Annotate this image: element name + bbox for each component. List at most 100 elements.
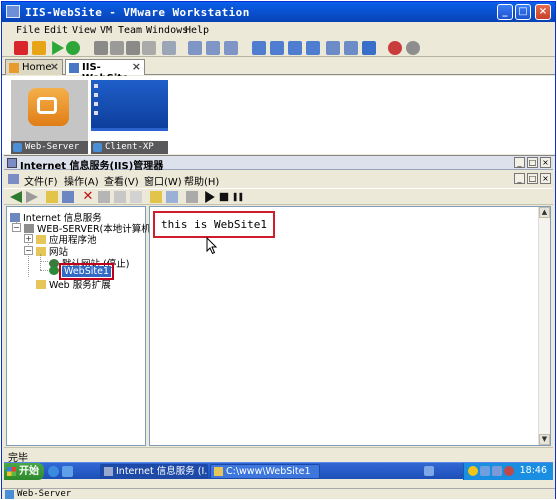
tab-home[interactable]: Home × [5, 59, 63, 75]
menu-help[interactable]: Help [185, 25, 209, 36]
scroll-down-arrow-icon[interactable]: ▼ [539, 434, 550, 445]
network-tray-icon[interactable] [424, 466, 434, 476]
server-icon [24, 224, 34, 233]
revert-snapshot-icon[interactable] [110, 41, 124, 55]
child-minimize-button[interactable]: _ [514, 173, 525, 184]
tab-home-close-icon[interactable]: × [50, 60, 59, 73]
up-folder-icon[interactable] [46, 191, 58, 203]
app-pools-expand-toggle[interactable]: + [24, 234, 33, 243]
alert-tray-icon[interactable] [504, 466, 514, 476]
tree-node-website1[interactable]: WebSite1 [49, 263, 114, 280]
thumbnail-bar-icon[interactable] [362, 41, 376, 55]
close-button[interactable]: × [535, 4, 551, 20]
taskbar-explorer[interactable]: C:\www\WebSite1 [210, 464, 320, 479]
client-xp-screen-preview [91, 80, 168, 128]
quick-switch-icon[interactable] [270, 41, 284, 55]
start-button[interactable]: 开始 [4, 463, 44, 480]
thumbnail-client-xp[interactable]: Client-XP [91, 80, 168, 154]
power-off-icon[interactable] [14, 41, 28, 55]
child-restore-button[interactable]: □ [527, 173, 538, 184]
mmc-menu-action[interactable]: 操作(A) [64, 173, 99, 188]
security-shield-icon[interactable] [468, 466, 478, 476]
clone-icon[interactable] [142, 41, 156, 55]
menu-windows[interactable]: Windows [146, 25, 188, 36]
vm-team-icon [69, 63, 79, 73]
console-tree-icon[interactable] [166, 191, 178, 203]
sidebar-toggle-icon[interactable] [252, 41, 266, 55]
export-list-icon[interactable] [130, 191, 142, 203]
taskbar-iis-manager[interactable]: Internet 信息服务 (I... [100, 464, 208, 479]
record-icon[interactable] [388, 41, 402, 55]
tab-iis-website-close-icon[interactable]: × [132, 60, 141, 73]
iis-manager-title: Internet 信息服务(IIS)管理器 [20, 161, 164, 172]
tree-connector [40, 254, 41, 270]
child-close-button[interactable]: × [540, 173, 551, 184]
tree-web-ext-label: Web 服务扩展 [49, 280, 111, 291]
fullscreen-icon[interactable] [288, 41, 302, 55]
vm-thumbnail-bar: Web-Server Client-XP [2, 76, 555, 154]
tree-connector [40, 270, 48, 271]
tree-node-web-ext[interactable]: Web 服务扩展 [36, 277, 111, 291]
computer-icon[interactable] [186, 191, 198, 203]
replay-icon[interactable] [406, 41, 420, 55]
thumbnail-view-icon[interactable] [344, 41, 358, 55]
mmc-close-button[interactable]: × [540, 157, 551, 168]
show-desktop-icon[interactable] [62, 466, 73, 477]
mmc-minimize-button[interactable]: _ [514, 157, 525, 168]
mmc-menu-file[interactable]: 文件(F) [24, 173, 58, 188]
menu-view[interactable]: View [72, 25, 96, 36]
server-collapse-toggle[interactable]: − [12, 223, 21, 232]
iis-manager-titlebar[interactable]: Internet 信息服务(IIS)管理器 _ □ × [4, 156, 553, 172]
refresh-icon[interactable] [114, 191, 126, 203]
menu-vm[interactable]: VM [100, 25, 112, 36]
summary-view-icon[interactable] [306, 41, 320, 55]
vmware-window: IIS-WebSite - VMware Workstation _ □ × F… [1, 1, 556, 499]
team-suspend-icon[interactable] [224, 41, 238, 55]
console-view-icon[interactable] [326, 41, 340, 55]
forward-arrow-icon[interactable] [26, 191, 38, 203]
lan-segment-icon[interactable] [188, 41, 202, 55]
vmware-titlebar[interactable]: IIS-WebSite - VMware Workstation _ □ × [2, 2, 555, 22]
team-power-icon[interactable] [206, 41, 220, 55]
tree-connector [40, 261, 48, 262]
suspend-icon[interactable] [32, 41, 46, 55]
mmc-menu-window[interactable]: 窗口(W) [144, 173, 182, 188]
help-icon[interactable] [150, 191, 162, 203]
iis-manager-small-icon [104, 467, 113, 476]
menu-edit[interactable]: Edit [44, 25, 68, 36]
console-icon[interactable] [8, 174, 19, 184]
back-arrow-icon[interactable] [10, 191, 22, 203]
result-pane-scrollbar[interactable]: ▲ ▼ [538, 207, 550, 445]
mmc-menu-view[interactable]: 查看(V) [104, 173, 139, 188]
snapshot-manager-icon[interactable] [126, 41, 140, 55]
volume-tray-icon[interactable] [492, 466, 502, 476]
pause-item-icon[interactable] [233, 192, 243, 202]
ie-quicklaunch-icon[interactable] [48, 466, 59, 477]
team-icon[interactable] [162, 41, 176, 55]
sites-collapse-toggle[interactable]: − [24, 246, 33, 255]
delete-icon[interactable]: ✕ [82, 190, 94, 203]
folder-small-icon [214, 467, 223, 476]
snapshot-icon[interactable] [94, 41, 108, 55]
tree-website1-label: WebSite1 [59, 263, 114, 280]
show-hide-tree-icon[interactable] [62, 191, 74, 203]
minimize-button[interactable]: _ [497, 4, 513, 20]
scroll-up-arrow-icon[interactable]: ▲ [539, 207, 550, 218]
thumbnail-web-server[interactable]: Web-Server [11, 80, 88, 154]
start-item-icon[interactable] [205, 191, 215, 203]
tab-iis-website[interactable]: IIS-WebSite × [65, 59, 145, 84]
menu-team[interactable]: Team [118, 25, 142, 36]
lan-tray-icon[interactable] [480, 466, 490, 476]
iis-root-icon [10, 213, 20, 222]
iis-manager-menubar: 文件(F) 操作(A) 查看(V) 窗口(W) 帮助(H) _ □ × [4, 171, 553, 188]
stop-item-icon[interactable] [219, 192, 229, 202]
mmc-menu-help[interactable]: 帮助(H) [184, 173, 219, 188]
menu-file[interactable]: File [16, 25, 40, 36]
website-content-text: this is WebSite1 [153, 211, 275, 238]
mmc-restore-button[interactable]: □ [527, 157, 538, 168]
maximize-button[interactable]: □ [515, 4, 531, 20]
power-on-icon[interactable] [52, 41, 64, 55]
reset-icon[interactable] [66, 41, 80, 55]
properties-icon[interactable] [98, 191, 110, 203]
console-tree-pane: Internet 信息服务 − WEB-SERVER(本地计算机) + 应用程序… [6, 206, 154, 446]
